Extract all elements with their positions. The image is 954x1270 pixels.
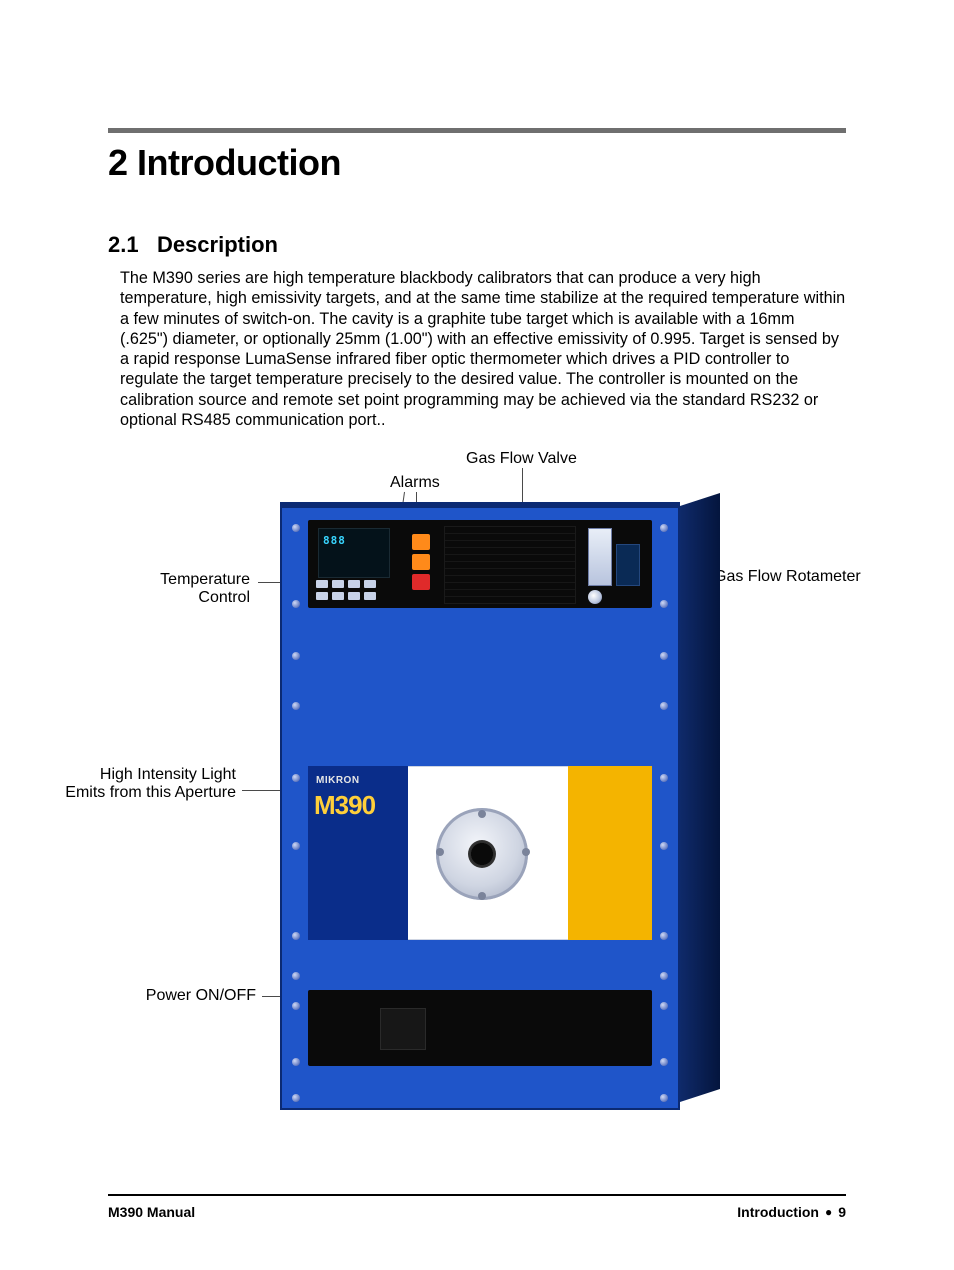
- keypad-button-icon: [364, 592, 376, 600]
- footer-left: M390 Manual: [108, 1204, 195, 1220]
- device-figure: Gas Flow Valve Alarms Temperature Contro…: [0, 440, 954, 1160]
- screw-icon: [660, 652, 668, 660]
- brand-label: MIKRON: [316, 776, 360, 786]
- instruction-label-icon: [444, 526, 576, 604]
- alarm-button-red-icon: [412, 574, 430, 590]
- alarm-button-orange-icon: [412, 534, 430, 550]
- section-number: 2.1: [108, 232, 139, 257]
- screw-icon: [660, 524, 668, 532]
- callout-text: High Intensity Light: [100, 766, 236, 783]
- screw-icon: [292, 600, 300, 608]
- section-heading: 2.1 Description: [108, 232, 278, 258]
- callout-gas-flow-valve: Gas Flow Valve: [466, 450, 577, 468]
- aperture-panel: MIKRON M390: [308, 766, 652, 940]
- callout-aperture: High Intensity Light Emits from this Ape…: [50, 766, 236, 803]
- gas-valve-knob-icon: [588, 590, 602, 604]
- bolt-icon: [478, 892, 486, 900]
- callout-alarms: Alarms: [390, 474, 440, 492]
- bolt-icon: [436, 848, 444, 856]
- screw-icon: [660, 842, 668, 850]
- screw-icon: [660, 932, 668, 940]
- callout-text: Temperature: [160, 571, 250, 588]
- callout-text: Control: [198, 589, 250, 606]
- gas-gauge-icon: [616, 544, 640, 586]
- callout-temperature-control: Temperature Control: [64, 571, 250, 608]
- brand-panel: MIKRON M390: [308, 766, 408, 940]
- screw-icon: [660, 972, 668, 980]
- control-panel: 888: [308, 520, 652, 608]
- power-panel: [308, 990, 652, 1066]
- screw-icon: [292, 972, 300, 980]
- cabinet-front: 888: [280, 502, 680, 1110]
- screw-icon: [660, 1094, 668, 1102]
- screw-icon: [292, 932, 300, 940]
- power-switch-icon: [380, 1008, 426, 1050]
- keypad-button-icon: [316, 580, 328, 588]
- section-body: The M390 series are high temperature bla…: [120, 268, 846, 430]
- alarm-button-orange-icon: [412, 554, 430, 570]
- model-label: M390: [314, 792, 375, 818]
- screw-icon: [660, 702, 668, 710]
- keypad-button-icon: [348, 592, 360, 600]
- screw-icon: [292, 774, 300, 782]
- screw-icon: [292, 1094, 300, 1102]
- screw-icon: [292, 652, 300, 660]
- chapter-heading: 2 Introduction: [108, 142, 341, 184]
- rotameter-icon: [588, 528, 612, 586]
- screw-icon: [292, 1002, 300, 1010]
- device-cabinet: 888: [280, 502, 680, 1110]
- screw-icon: [660, 774, 668, 782]
- screw-icon: [660, 600, 668, 608]
- keypad-button-icon: [332, 592, 344, 600]
- keypad-button-icon: [332, 580, 344, 588]
- display-digits-icon: 888: [323, 535, 346, 546]
- footer-page-number: 9: [838, 1204, 846, 1220]
- callout-text: Emits from this Aperture: [65, 784, 236, 801]
- keypad-button-icon: [364, 580, 376, 588]
- footer-rule: [108, 1194, 846, 1196]
- callout-power: Power ON/OFF: [56, 987, 256, 1005]
- callout-gas-flow-rotameter: Gas Flow Rotameter: [714, 568, 861, 586]
- cabinet-side: [680, 493, 720, 1102]
- aperture-hole-icon: [468, 840, 496, 868]
- cabinet-top-strip: [280, 502, 680, 508]
- section-title: Description: [157, 232, 278, 257]
- bullet-icon: ●: [825, 1205, 832, 1219]
- warning-stripe-icon: [568, 766, 652, 940]
- keypad-button-icon: [348, 580, 360, 588]
- bolt-icon: [478, 810, 486, 818]
- footer-right: Introduction ● 9: [737, 1204, 846, 1220]
- footer-section: Introduction: [737, 1204, 819, 1220]
- screw-icon: [292, 524, 300, 532]
- keypad-button-icon: [316, 592, 328, 600]
- screw-icon: [660, 1002, 668, 1010]
- heading-rule: [108, 128, 846, 133]
- screw-icon: [292, 702, 300, 710]
- screw-icon: [292, 1058, 300, 1066]
- screw-icon: [660, 1058, 668, 1066]
- temperature-display: 888: [318, 528, 390, 578]
- screw-icon: [292, 842, 300, 850]
- bolt-icon: [522, 848, 530, 856]
